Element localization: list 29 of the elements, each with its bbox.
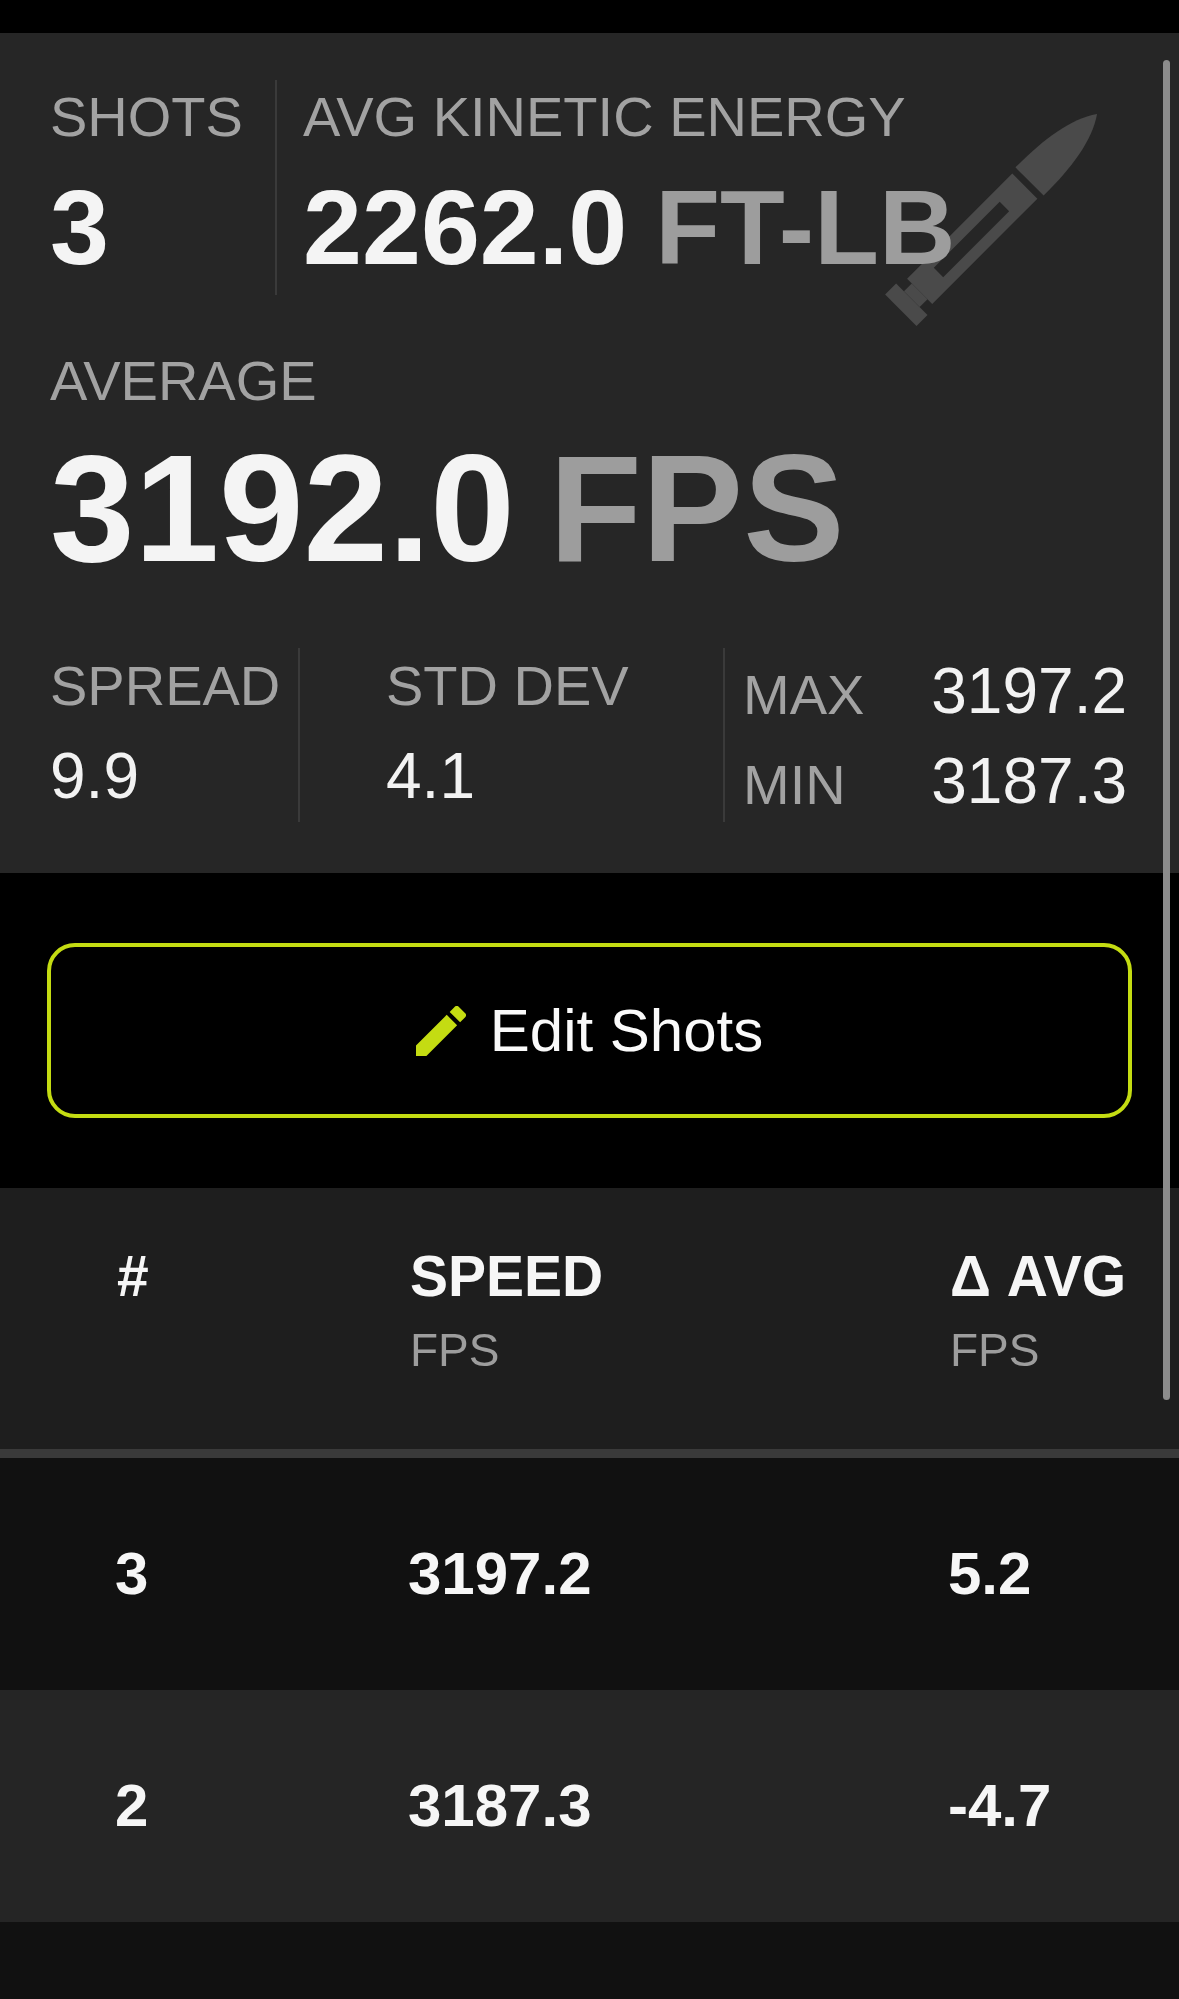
table-cell: 5.2	[948, 1544, 1032, 1604]
unit-label: FPS	[548, 432, 845, 584]
stat-label: AVERAGE	[50, 353, 317, 409]
stat-label: STD DEV	[386, 658, 629, 714]
stat-value: 3	[50, 174, 109, 280]
unit-label: FPS	[950, 1327, 1040, 1373]
table-cell: 3	[115, 1544, 149, 1604]
table-cell: 2	[115, 1776, 149, 1836]
stat-label: SPREAD	[50, 658, 281, 714]
table-cell: 3197.2	[408, 1544, 592, 1604]
stat-value: 3187.3	[931, 749, 1127, 813]
table-cell: 3187.3	[408, 1776, 592, 1836]
stat-label: SHOTS	[50, 89, 243, 145]
stat-label: MIN	[743, 757, 846, 813]
column-header: SPEED	[410, 1248, 604, 1305]
unit-label: FPS	[410, 1327, 500, 1373]
stat-value: 2262.0	[303, 174, 628, 280]
stat-value: 4.1	[386, 744, 475, 808]
stat-label: AVG KINETIC ENERGY	[303, 89, 906, 145]
table-cell: -4.7	[948, 1776, 1052, 1836]
stat-value: 3197.2	[931, 659, 1127, 723]
stat-label: MAX	[743, 667, 865, 723]
column-header: Δ AVG	[950, 1248, 1127, 1305]
unit-label: FT-LB	[655, 174, 956, 280]
stat-value: 9.9	[50, 744, 139, 808]
pencil-icon	[415, 1005, 466, 1056]
edit-button[interactable]: Edit Shots	[47, 943, 1132, 1118]
column-header: #	[117, 1248, 149, 1305]
average-value: 3192.0	[50, 432, 515, 584]
